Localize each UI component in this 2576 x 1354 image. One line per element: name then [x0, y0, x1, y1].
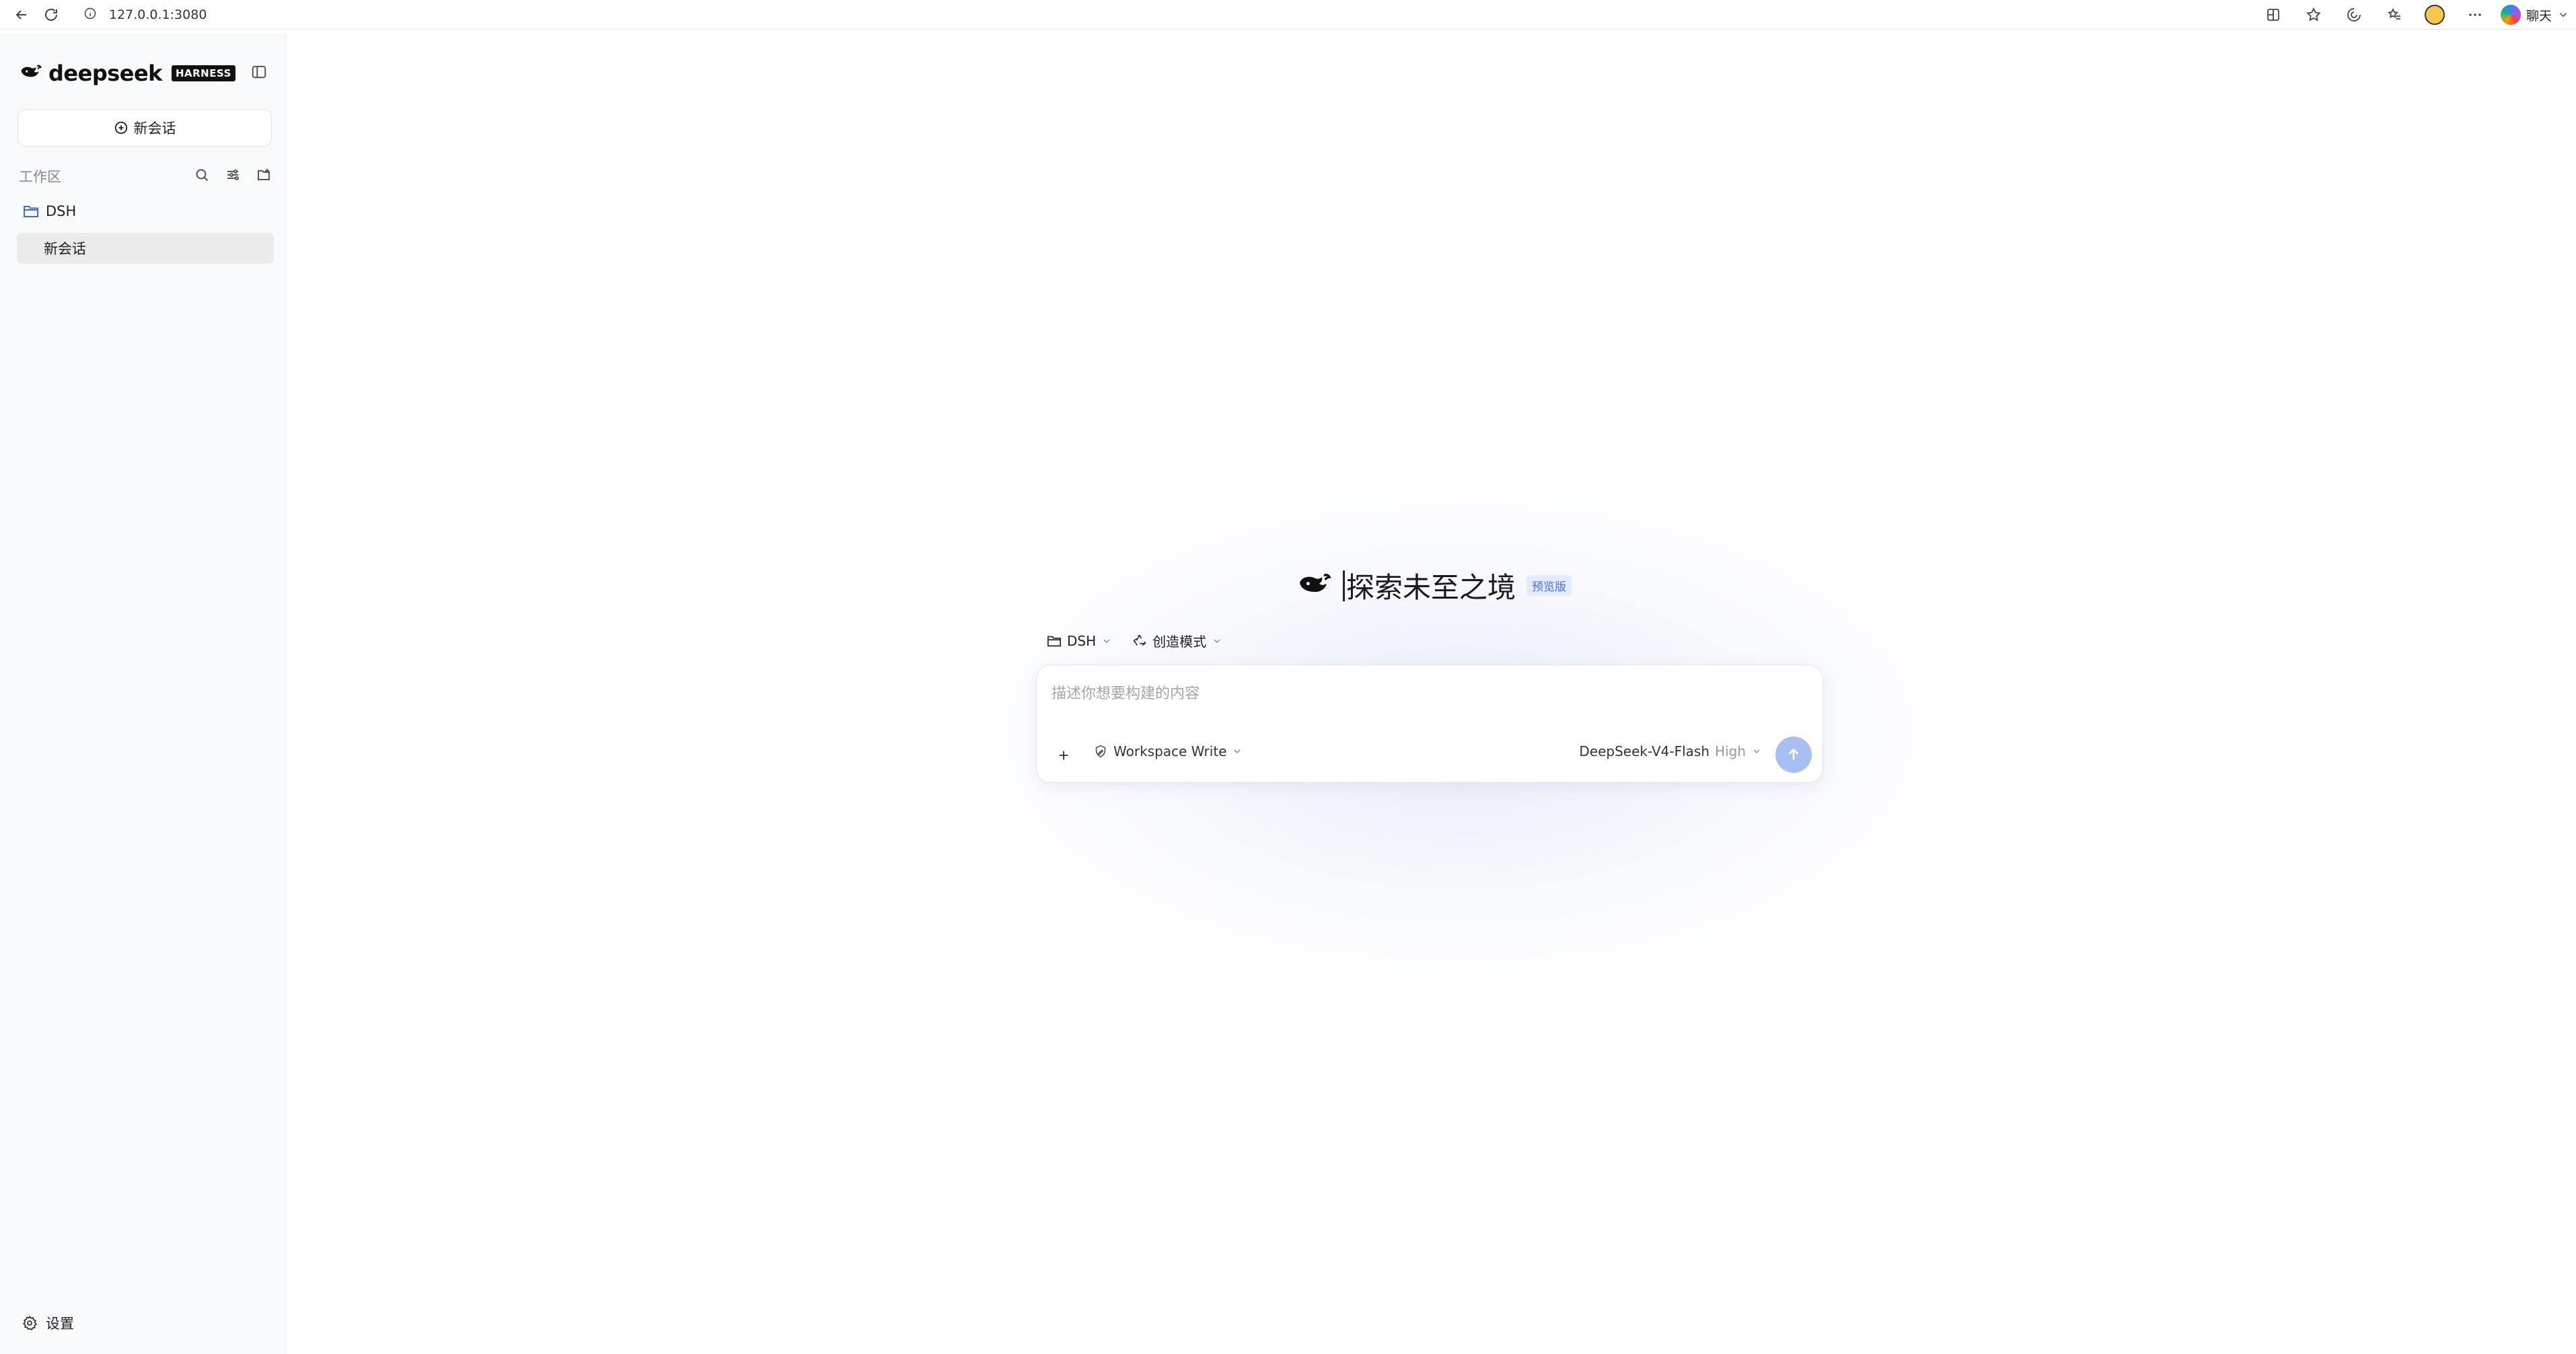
plus-circle-icon: [114, 121, 127, 135]
back-button[interactable]: [8, 1, 35, 28]
composer-chips: DSH 创造模式: [1047, 631, 1222, 650]
search-icon[interactable]: [194, 167, 210, 186]
folder-name: DSH: [46, 203, 77, 219]
star-icon[interactable]: [2299, 1, 2328, 28]
url-text[interactable]: 127.0.0.1:3080: [109, 7, 207, 22]
copilot-icon: [2500, 5, 2521, 25]
chevron-down-icon: [1753, 749, 1760, 753]
sidebar-toggle-icon: [252, 65, 266, 79]
model-level: High: [1715, 743, 1746, 759]
settings-label: 设置: [46, 1316, 74, 1332]
permission-selector[interactable]: Workspace Write: [1093, 743, 1243, 759]
new-chat-label: 新会话: [133, 120, 176, 137]
sidebar-toggle-button[interactable]: [249, 62, 269, 82]
attach-button[interactable]: [1049, 741, 1078, 770]
folder-icon: [1047, 636, 1062, 646]
address-bar[interactable]: 127.0.0.1:3080: [74, 1, 2267, 28]
recycle-icon: [1133, 634, 1146, 646]
reload-button[interactable]: [38, 1, 65, 28]
text-cursor: [1343, 570, 1345, 601]
favorites-icon[interactable]: [2380, 1, 2409, 28]
chevron-down-icon: [1103, 639, 1110, 643]
workspace-label: 工作区: [19, 169, 61, 185]
more-icon[interactable]: [2460, 1, 2490, 28]
permission-label: Workspace Write: [1113, 743, 1227, 759]
back-arrow-icon: [15, 9, 26, 20]
browser-toolbar: 127.0.0.1:3080 聊天: [0, 0, 2576, 30]
main-area: 探索未至之境 预览版 DSH 创造模式 Workspace Write Deep…: [287, 34, 2576, 1354]
brand-badge: HARNESS: [171, 65, 235, 81]
model-selector[interactable]: DeepSeek-V4-Flash High: [1579, 743, 1762, 759]
sidebar: deepseek HARNESS 新会话 工作区 DSH 新会话 设置: [0, 34, 286, 1354]
sliders-icon[interactable]: [225, 167, 241, 186]
profile-avatar[interactable]: [2420, 1, 2450, 28]
workspace-header: 工作区: [19, 165, 272, 187]
chevron-down-icon: [1235, 749, 1241, 753]
whale-logo-icon: [19, 62, 43, 85]
session-label: 新会话: [44, 241, 86, 257]
model-name: DeepSeek-V4-Flash: [1579, 743, 1710, 759]
session-item[interactable]: 新会话: [17, 233, 274, 264]
new-chat-button[interactable]: 新会话: [17, 109, 272, 147]
chat-label: 聊天: [2526, 8, 2552, 24]
chevron-down-icon: [2559, 13, 2567, 17]
whale-logo-icon: [1296, 570, 1333, 602]
settings-button[interactable]: 设置: [22, 1313, 74, 1333]
copilot-chat-button[interactable]: 聊天: [2500, 5, 2569, 25]
pen-shield-icon: [1095, 745, 1106, 758]
new-folder-icon[interactable]: [256, 167, 272, 186]
composer: Workspace Write DeepSeek-V4-Flash High: [1036, 665, 1823, 783]
browser-actions: 聊天: [2258, 0, 2569, 30]
plus-icon: [1059, 751, 1068, 760]
folder-selector[interactable]: DSH: [1047, 633, 1112, 649]
preview-badge: 预览版: [1526, 575, 1572, 596]
prompt-input[interactable]: [1052, 680, 1792, 707]
chevron-down-icon: [1214, 639, 1220, 643]
folder-icon: [24, 206, 38, 217]
folder-chip-label: DSH: [1067, 632, 1097, 649]
arrow-up-icon: [1788, 748, 1799, 760]
workspace-tools: [194, 167, 272, 186]
hero-title: 探索未至之境: [1346, 571, 1516, 604]
info-icon[interactable]: [83, 7, 97, 23]
gear-icon: [23, 1315, 37, 1330]
send-button[interactable]: [1775, 737, 1812, 773]
brand-name: deepseek: [48, 61, 162, 86]
split-screen-icon[interactable]: [2258, 1, 2288, 28]
hero-heading: 探索未至之境 预览版: [1296, 565, 1572, 606]
mode-chip-label: 创造模式: [1152, 634, 1207, 650]
avatar: [2424, 5, 2445, 25]
brand[interactable]: deepseek HARNESS: [19, 61, 235, 86]
mode-selector[interactable]: 创造模式: [1132, 631, 1222, 650]
workspace-folder[interactable]: DSH: [23, 203, 76, 219]
reload-icon: [45, 8, 57, 21]
extensions-icon[interactable]: [2339, 1, 2369, 28]
